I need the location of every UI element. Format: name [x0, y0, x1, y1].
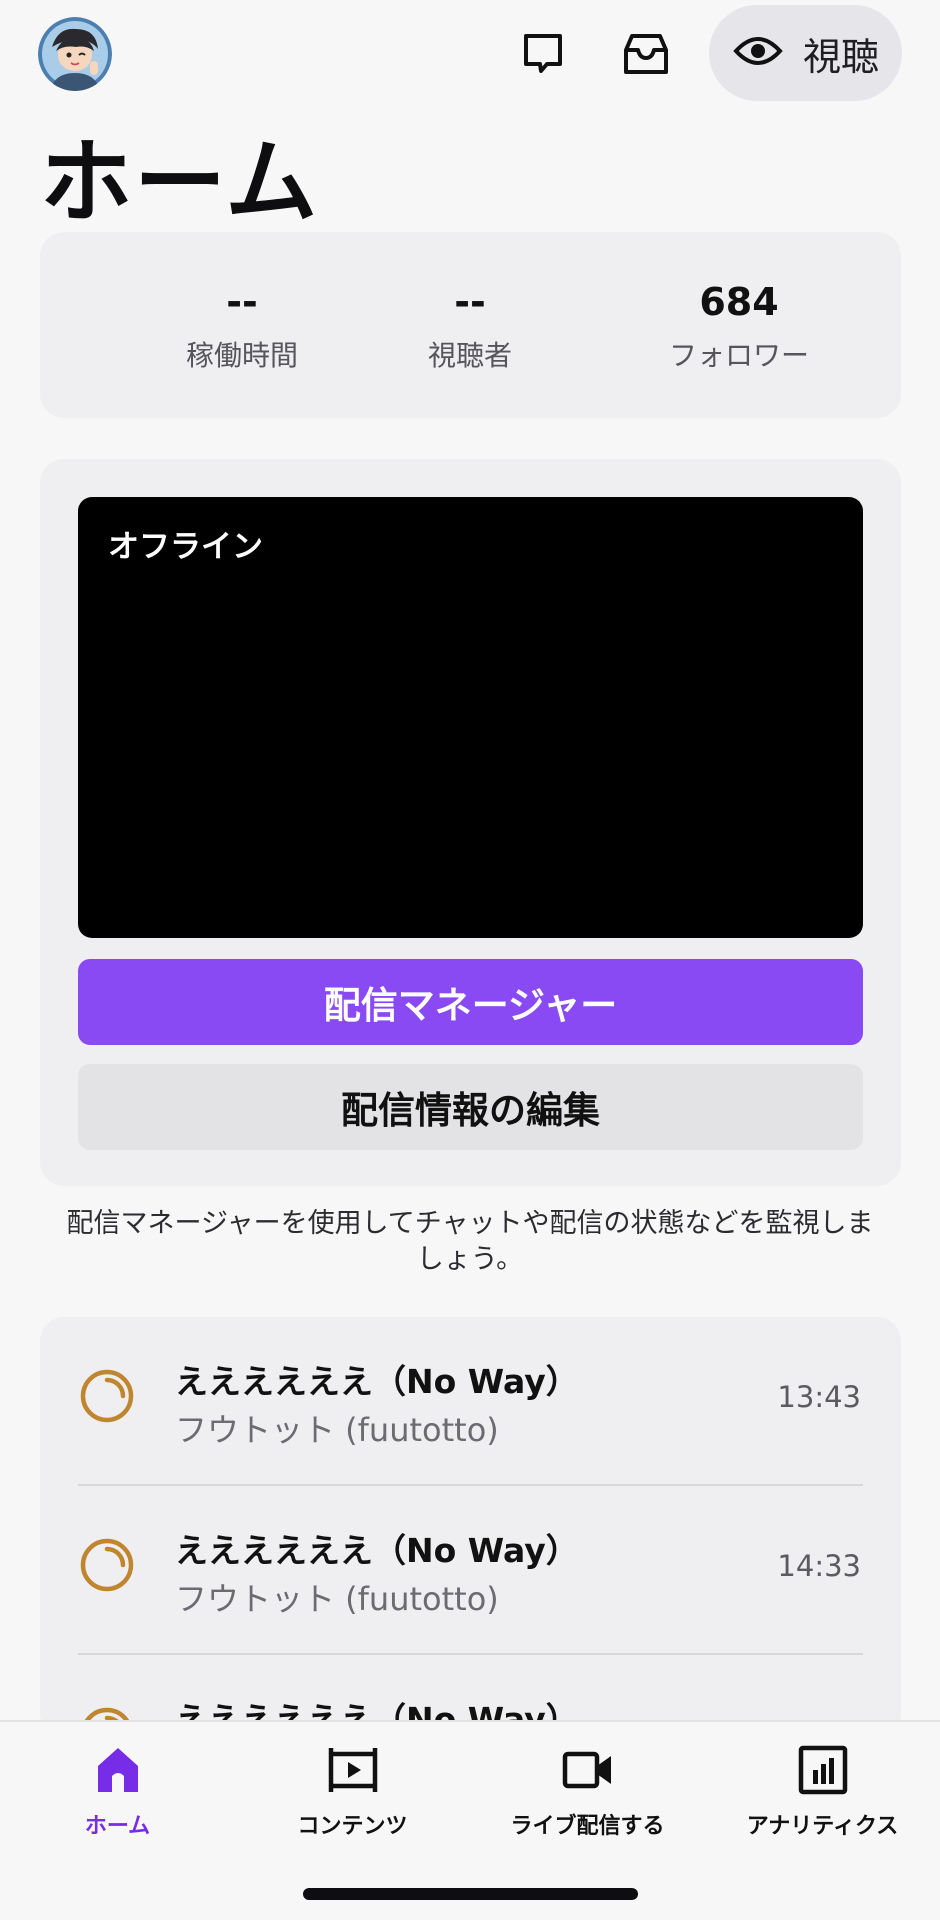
nav-label: コンテンツ — [297, 1814, 408, 1839]
film-icon — [325, 1742, 381, 1798]
watch-button[interactable]: 視聴 — [709, 5, 902, 101]
nav-item-home[interactable]: ホーム — [0, 1742, 235, 1852]
list-item[interactable]: ええええええ（No Way） フウトット (fuutotto) 13:43 — [40, 1317, 901, 1486]
nav-label: アナリティクス — [746, 1814, 899, 1839]
nav-item-analytics[interactable]: アナリティクス — [705, 1742, 940, 1852]
chat-bubble-icon[interactable] — [511, 22, 575, 86]
video-camera-icon — [560, 1742, 616, 1798]
offline-badge: オフライン — [108, 529, 263, 565]
stat-label: 視聴者 — [427, 339, 512, 372]
list-item-subtitle: フウトット (fuutotto) — [175, 1580, 499, 1618]
helper-text: 配信マネージャーを使用してチャットや配信の状態などを監視しましょう。 — [66, 1208, 874, 1275]
nav-item-content[interactable]: コンテンツ — [235, 1742, 470, 1852]
stat-label: フォロワー — [668, 339, 809, 372]
activity-list: ええええええ（No Way） フウトット (fuutotto) 13:43 ええ… — [40, 1317, 901, 1737]
watch-label: 視聴 — [803, 34, 880, 79]
stats-card: -- 稼働時間 -- 視聴者 684 フォロワー — [40, 232, 901, 418]
list-item-title: ええええええ（No Way） — [175, 1362, 579, 1401]
stream-preview[interactable]: オフライン — [78, 497, 863, 938]
stat-label: 稼働時間 — [185, 339, 298, 372]
stream-card: オフライン 配信マネージャー 配信情報の編集 — [40, 459, 901, 1186]
stat-value: -- — [454, 280, 486, 324]
screen: 視聴 ホーム -- 稼働時間 -- 視聴者 684 フォロワー オフライン 配信… — [0, 0, 940, 1920]
timer-icon — [78, 1536, 136, 1594]
eye-icon — [733, 33, 783, 73]
home-indicator[interactable] — [303, 1888, 638, 1900]
stream-manager-button[interactable]: 配信マネージャー — [78, 959, 863, 1045]
list-item-time: 14:33 — [777, 1549, 861, 1583]
list-item[interactable]: ええええええ（No Way） フウトット (fuutotto) 14:33 — [40, 1486, 901, 1655]
stat-value: 684 — [699, 280, 779, 324]
inbox-icon[interactable] — [614, 22, 678, 86]
list-item-subtitle: フウトット (fuutotto) — [175, 1411, 499, 1449]
list-item-title: ええええええ（No Way） — [175, 1531, 579, 1570]
page-title: ホーム — [40, 129, 320, 236]
edit-stream-info-button[interactable]: 配信情報の編集 — [78, 1064, 863, 1150]
timer-icon — [78, 1367, 136, 1425]
nav-label: ホーム — [84, 1814, 151, 1839]
avatar[interactable] — [38, 17, 112, 91]
nav-item-go-live[interactable]: ライブ配信する — [470, 1742, 705, 1852]
home-icon — [90, 1742, 146, 1798]
nav-label: ライブ配信する — [510, 1814, 665, 1839]
list-item-time: 13:43 — [777, 1380, 861, 1414]
stat-value: -- — [226, 280, 258, 324]
analytics-icon — [795, 1742, 851, 1798]
